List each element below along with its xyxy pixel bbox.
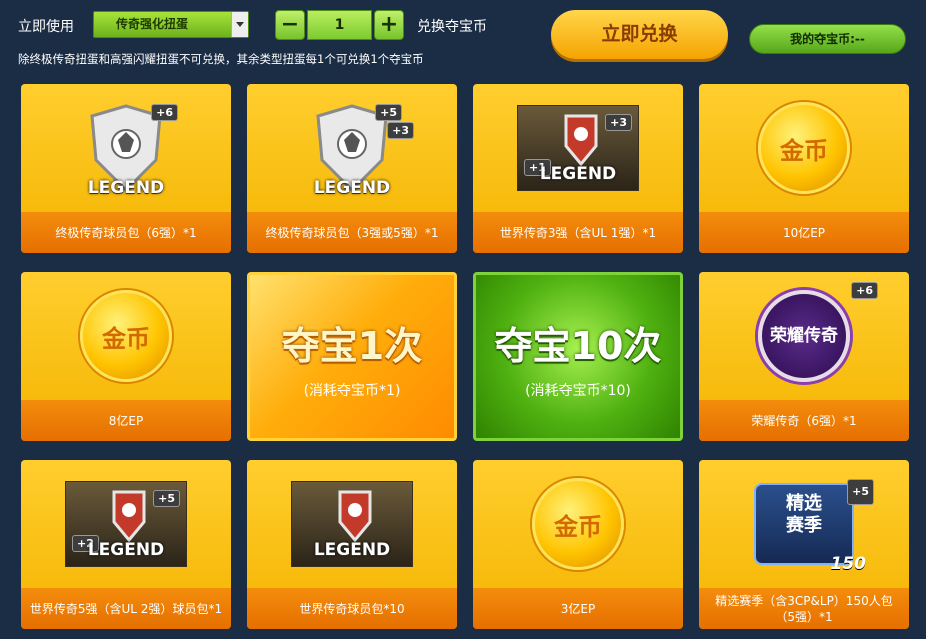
gold-coin-icon: 金币 — [532, 478, 624, 570]
reward-card: 金币 10亿EP — [699, 84, 909, 253]
card-art: 金币 — [21, 272, 231, 400]
reward-card: +5 +2 LEGEND 世界传奇5强（含UL 2强）球员包*1 — [21, 460, 231, 629]
card-caption: 世界传奇5强（含UL 2强）球员包*1 — [21, 588, 231, 629]
card-caption: 世界传奇3强（含UL 1强）*1 — [473, 212, 683, 253]
reward-card: 荣耀传奇 +6 荣耀传奇（6强）*1 — [699, 272, 909, 441]
plus-tag: +6 — [851, 282, 878, 299]
season-badge-number: 150 — [830, 554, 867, 574]
use-label: 立即使用 — [18, 19, 74, 35]
reward-card: +3 +1 LEGEND 世界传奇3强（含UL 1强）*1 — [473, 84, 683, 253]
card-art: 精选 赛季 150 +5 — [699, 460, 909, 588]
exchange-notice: 除终极传奇扭蛋和高强闪耀扭蛋不可兑换，其余类型扭蛋每1个可兑换1个夺宝币 — [18, 52, 424, 66]
card-caption: 3亿EP — [473, 588, 683, 629]
reward-card: +6 LEGEND 终极传奇球员包（6强）*1 — [21, 84, 231, 253]
chevron-down-icon[interactable] — [231, 12, 248, 37]
plus-tag: +5 — [847, 479, 874, 505]
my-coins-button[interactable]: 我的夺宝币:-- — [749, 24, 906, 54]
reward-card: 金币 8亿EP — [21, 272, 231, 441]
plus-button[interactable]: + — [374, 10, 404, 40]
card-art: +6 LEGEND — [21, 84, 231, 212]
card-caption: 终极传奇球员包（6强）*1 — [21, 212, 231, 253]
quantity-field[interactable]: 1 — [307, 10, 372, 40]
card-caption: 终极传奇球员包（3强或5强）*1 — [247, 212, 457, 253]
card-art: +5 +2 LEGEND — [21, 460, 231, 588]
minus-button[interactable]: − — [275, 10, 305, 40]
world-legend-pack-icon: +5 +2 LEGEND — [65, 481, 187, 567]
gold-coin-icon: 金币 — [80, 290, 172, 382]
reward-card: 精选 赛季 150 +5 精选赛季（含3CP&LP）150人包（5强）*1 — [699, 460, 909, 629]
gacha-type-dropdown[interactable]: 传奇强化扭蛋 — [93, 11, 249, 38]
legend-word: LEGEND — [539, 164, 617, 184]
toolbar: 立即使用 传奇强化扭蛋 − 1 + 兑换夺宝币 除终极传奇扭蛋和高强闪耀扭蛋不可… — [0, 0, 926, 80]
card-caption: 10亿EP — [699, 212, 909, 253]
plus-tag: +5 — [153, 490, 180, 507]
plus-tag: +6 — [151, 104, 178, 121]
card-art: 金币 — [699, 84, 909, 212]
redeem-now-button[interactable]: 立即兑换 — [551, 10, 728, 59]
card-art: 荣耀传奇 +6 — [699, 272, 909, 400]
legend-word: LEGEND — [313, 178, 391, 198]
dropdown-value: 传奇强化扭蛋 — [116, 17, 189, 31]
exchange-label: 兑换夺宝币 — [417, 19, 487, 35]
plus-tag: +3 — [605, 114, 632, 131]
card-art: LEGEND — [247, 460, 457, 588]
card-caption: 荣耀传奇（6强）*1 — [699, 400, 909, 441]
season-badge-line2: 赛季 — [786, 515, 822, 536]
legend-word: LEGEND — [313, 540, 391, 560]
legend-word: LEGEND — [87, 540, 165, 560]
plus-tag: +5 — [375, 104, 402, 121]
draw-once-button[interactable]: 夺宝1次 (消耗夺宝币*1) — [247, 272, 457, 441]
honor-legend-badge-icon: 荣耀传奇 +6 — [758, 282, 878, 382]
honor-badge-text: 荣耀传奇 — [758, 290, 850, 382]
world-legend-pack-icon: LEGEND — [291, 481, 413, 567]
draw-ten-title: 夺宝10次 — [494, 324, 662, 368]
card-caption: 世界传奇球员包*10 — [247, 588, 457, 629]
quantity-stepper[interactable]: − 1 + — [275, 10, 404, 40]
legend-word: LEGEND — [87, 178, 165, 198]
legend-shield-icon: +5 +3 LEGEND — [312, 102, 414, 198]
card-art: 金币 — [473, 460, 683, 588]
card-art: +3 +1 LEGEND — [473, 84, 683, 212]
featured-season-badge-icon: 精选 赛季 150 +5 — [754, 479, 874, 574]
plus-tag-secondary: +3 — [387, 122, 414, 139]
draw-ten-button[interactable]: 夺宝10次 (消耗夺宝币*10) — [473, 272, 683, 441]
draw-once-title: 夺宝1次 — [281, 324, 423, 368]
reward-card: +5 +3 LEGEND 终极传奇球员包（3强或5强）*1 — [247, 84, 457, 253]
reward-card: 金币 3亿EP — [473, 460, 683, 629]
draw-once-cost: (消耗夺宝币*1) — [303, 383, 401, 399]
card-art: +5 +3 LEGEND — [247, 84, 457, 212]
reward-card: LEGEND 世界传奇球员包*10 — [247, 460, 457, 629]
gold-coin-icon: 金币 — [758, 102, 850, 194]
legend-shield-icon: +6 LEGEND — [86, 102, 178, 198]
world-legend-pack-icon: +3 +1 LEGEND — [517, 105, 639, 191]
card-caption: 精选赛季（含3CP&LP）150人包（5强）*1 — [699, 588, 909, 629]
card-caption: 8亿EP — [21, 400, 231, 441]
season-badge-line1: 精选 — [786, 493, 822, 514]
draw-ten-cost: (消耗夺宝币*10) — [525, 383, 631, 399]
